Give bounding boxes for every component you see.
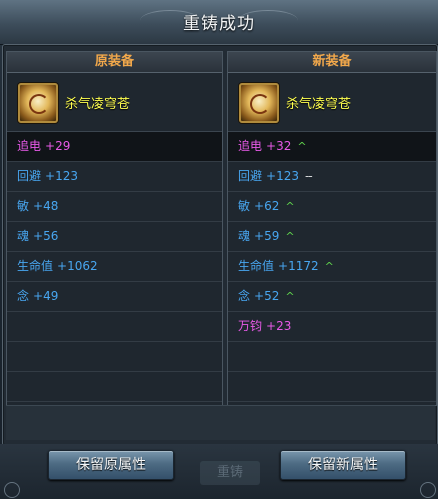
stat-name: 敏 (17, 199, 30, 213)
stat-row: 魂 +56 (7, 222, 222, 252)
stat-value: +32 (266, 139, 292, 153)
stat-row: 念 +52 ^ (228, 282, 436, 312)
stat-row: 回避 +123 (7, 162, 222, 192)
original-item-row: 杀气凌穹苍 (7, 73, 222, 132)
empty-stat-row (228, 372, 436, 402)
golden-orb-equipment-icon[interactable] (239, 83, 279, 123)
up-chevron-icon: ^ (285, 200, 295, 213)
corner-ornament (4, 482, 20, 498)
stat-name: 追电 (238, 139, 263, 153)
stat-value: +56 (33, 229, 59, 243)
stat-value: +52 (254, 289, 280, 303)
empty-stat-row (228, 342, 436, 372)
empty-stat-row (7, 372, 222, 402)
stat-name: 生命值 (17, 259, 54, 273)
stat-name: 追电 (17, 139, 42, 153)
corner-ornament (420, 482, 436, 498)
empty-stat-row (7, 342, 222, 372)
stat-value: +1062 (57, 259, 98, 273)
original-equipment-header: 原装备 (7, 52, 222, 73)
empty-stat-row (7, 312, 222, 342)
stat-row: 追电 +32 ^ (228, 132, 436, 162)
new-equipment-panel: 新装备 杀气凌穹苍 追电 +32 ^ 回避 +123 -- 敏 +62 ^ 魂 +59 ^ 生命… (227, 51, 437, 406)
new-item-row: 杀气凌穹苍 (228, 73, 436, 132)
original-item-name: 杀气凌穹苍 (65, 97, 131, 112)
stat-row: 回避 +123 -- (228, 162, 436, 192)
stat-value: +48 (33, 199, 59, 213)
new-equipment-header: 新装备 (228, 52, 436, 73)
stat-value: +23 (266, 319, 292, 333)
stat-value: +49 (33, 289, 59, 303)
up-chevron-icon: ^ (297, 140, 307, 153)
up-chevron-icon: ^ (285, 230, 295, 243)
stat-value: +62 (254, 199, 280, 213)
stat-row: 魂 +59 ^ (228, 222, 436, 252)
stat-name: 生命值 (238, 259, 275, 273)
stat-row: 生命值 +1172 ^ (228, 252, 436, 282)
original-equipment-panel: 原装备 杀气凌穹苍 追电 +29 回避 +123 敏 +48 魂 +56 生命值 +106… (6, 51, 223, 406)
stat-row: 敏 +62 ^ (228, 192, 436, 222)
stat-name: 回避 (17, 169, 42, 183)
golden-orb-equipment-icon[interactable] (18, 83, 58, 123)
stat-value: +123 (266, 169, 299, 183)
background-reforge-button: 重铸 (200, 461, 260, 485)
stat-name: 魂 (238, 229, 251, 243)
stat-value: +29 (45, 139, 71, 153)
stat-name: 万钧 (238, 319, 263, 333)
stat-row: 万钧 +23 (228, 312, 436, 342)
stat-name: 魂 (17, 229, 30, 243)
stat-name: 念 (238, 289, 251, 303)
stat-name: 回避 (238, 169, 263, 183)
keep-original-attributes-button[interactable]: 保留原属性 (48, 450, 174, 480)
stat-value: +59 (254, 229, 280, 243)
double-dash-icon: -- (304, 169, 313, 183)
up-chevron-icon: ^ (324, 260, 334, 273)
new-item-name: 杀气凌穹苍 (286, 97, 352, 112)
up-chevron-icon: ^ (285, 290, 295, 303)
keep-new-attributes-button[interactable]: 保留新属性 (280, 450, 406, 480)
stat-row: 生命值 +1062 (7, 252, 222, 282)
dialog-title-bar: 重铸成功 (0, 0, 438, 45)
stat-row: 追电 +29 (7, 132, 222, 162)
stat-value: +1172 (278, 259, 319, 273)
stat-row: 念 +49 (7, 282, 222, 312)
stat-name: 念 (17, 289, 30, 303)
stat-row: 敏 +48 (7, 192, 222, 222)
stat-name: 敏 (238, 199, 251, 213)
panel-footer-strip (6, 405, 435, 440)
dialog-title: 重铸成功 (183, 14, 255, 34)
stat-value: +123 (45, 169, 78, 183)
